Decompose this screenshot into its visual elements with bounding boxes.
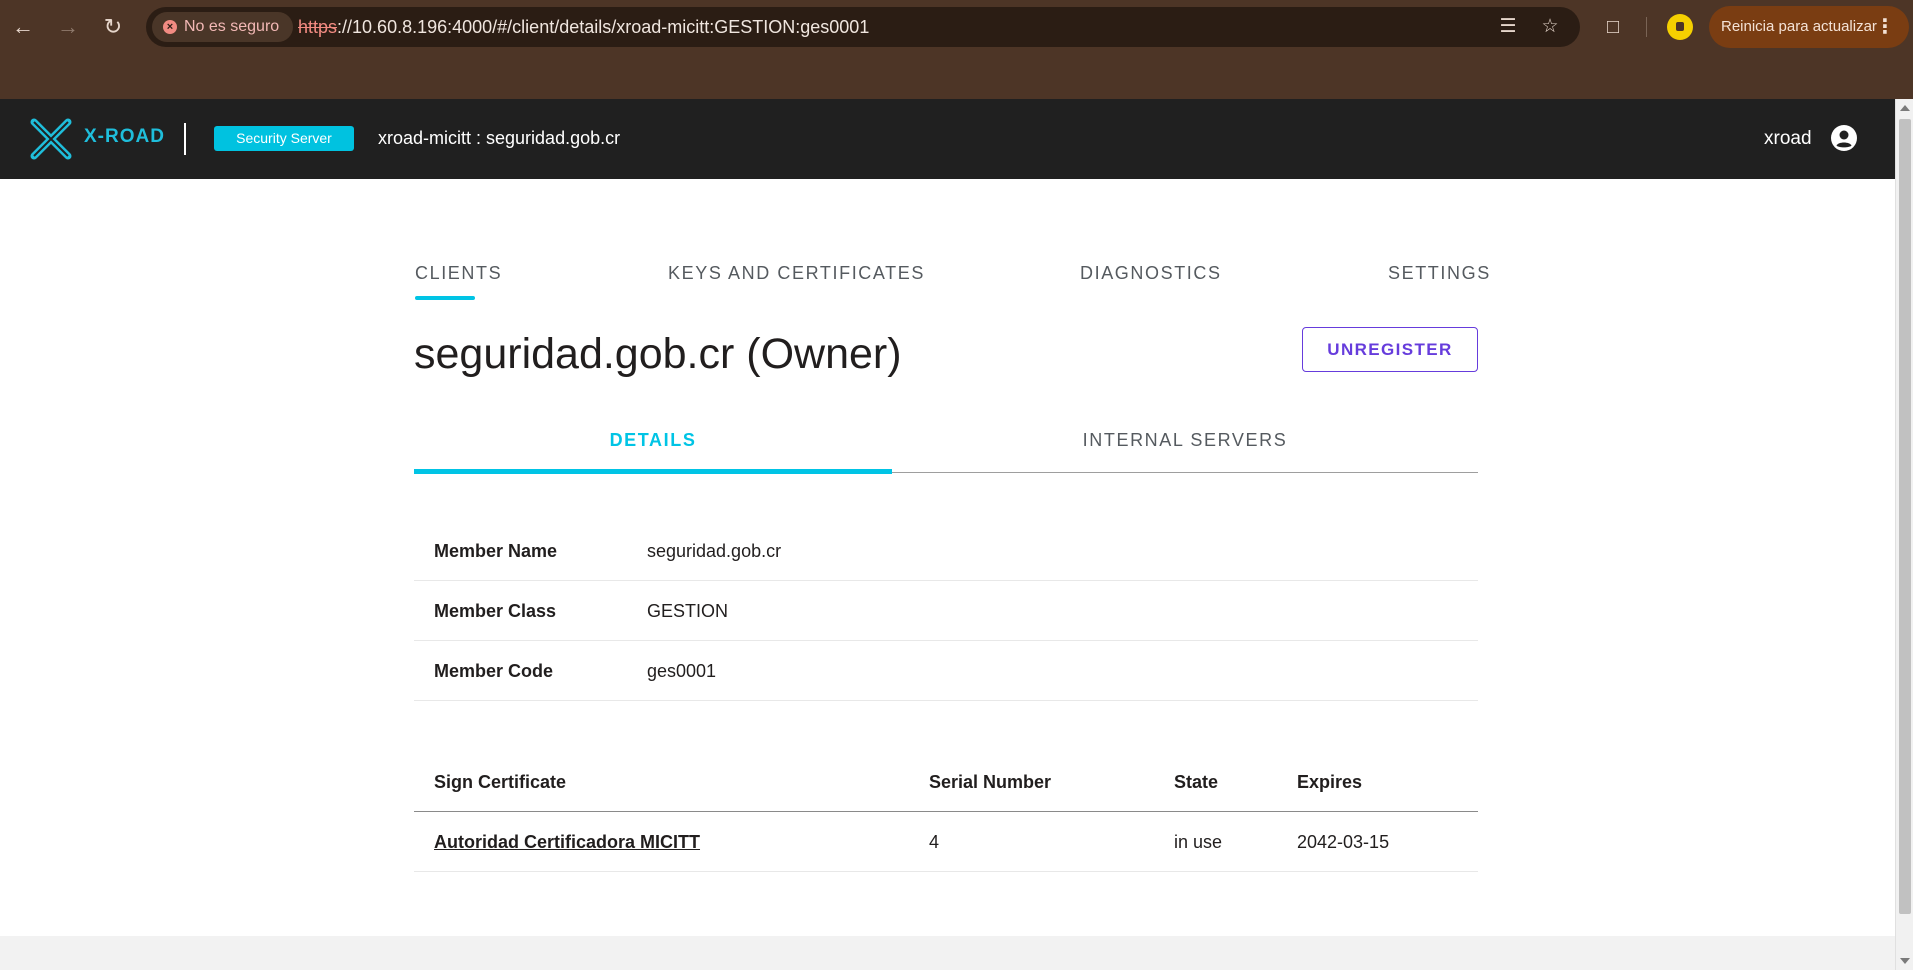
table-row: Member Name seguridad.gob.cr bbox=[414, 521, 1478, 581]
vertical-scrollbar[interactable] bbox=[1895, 99, 1913, 970]
member-class-label: Member Class bbox=[434, 601, 557, 621]
browser-chrome: ← → ↻ × No es seguro https://10.60.8.196… bbox=[0, 0, 1913, 99]
active-tab-indicator bbox=[415, 296, 475, 300]
sign-certificates-table: Sign Certificate Serial Number State Exp… bbox=[414, 752, 1478, 872]
reload-icon[interactable]: ↻ bbox=[98, 12, 128, 42]
column-header-expires: Expires bbox=[1297, 772, 1363, 792]
security-server-badge: Security Server bbox=[214, 126, 354, 151]
table-row: Member Class GESTION bbox=[414, 581, 1478, 641]
security-label: No es seguro bbox=[184, 18, 280, 35]
member-code-label: Member Code bbox=[434, 661, 554, 681]
tab-clients[interactable]: CLIENTS bbox=[415, 261, 502, 285]
scrollbar-thumb[interactable] bbox=[1899, 119, 1911, 914]
tab-settings[interactable]: SETTINGS bbox=[1388, 261, 1491, 285]
member-name-value: seguridad.gob.cr bbox=[647, 541, 782, 561]
unregister-button[interactable]: UNREGISTER bbox=[1302, 327, 1478, 372]
column-header-sign-certificate: Sign Certificate bbox=[434, 772, 567, 792]
url-text[interactable]: https://10.60.8.196:4000/#/client/detail… bbox=[298, 7, 869, 47]
address-bar[interactable]: × No es seguro https://10.60.8.196:4000/… bbox=[146, 7, 1580, 47]
table-row: Autoridad Certificadora MICITT 4 in use … bbox=[414, 812, 1478, 872]
member-class-value: GESTION bbox=[647, 601, 729, 621]
tab-details[interactable]: DETAILS bbox=[414, 427, 892, 473]
app-header: X-ROAD Security Server xroad-micitt : se… bbox=[0, 99, 1895, 179]
client-sub-tabs: DETAILS INTERNAL SERVERS bbox=[414, 427, 1478, 474]
forward-icon[interactable]: → bbox=[53, 12, 83, 42]
member-name-label: Member Name bbox=[434, 541, 558, 561]
update-button[interactable]: Reinicia para actualizar ⋮ bbox=[1709, 6, 1909, 48]
tab-internal-servers[interactable]: INTERNAL SERVERS bbox=[892, 427, 1478, 473]
url-scheme: https bbox=[298, 17, 338, 37]
table-row: Member Code ges0001 bbox=[414, 641, 1478, 701]
tab-keys-and-certificates[interactable]: KEYS AND CERTIFICATES bbox=[668, 261, 925, 285]
tab-diagnostics[interactable]: DIAGNOSTICS bbox=[1080, 261, 1222, 285]
certificate-expires: 2042-03-15 bbox=[1297, 832, 1390, 852]
account-circle-icon[interactable] bbox=[1830, 124, 1858, 152]
header-divider bbox=[184, 123, 186, 155]
kebab-icon[interactable]: ⋮ bbox=[1875, 6, 1895, 48]
toolbar-separator bbox=[1646, 17, 1647, 37]
translate-icon[interactable]: ☰ bbox=[1496, 15, 1520, 39]
certificate-serial: 4 bbox=[929, 832, 940, 852]
server-identifier: xroad-micitt : seguridad.gob.cr bbox=[378, 128, 621, 148]
browser-toolbar: ← → ↻ × No es seguro https://10.60.8.196… bbox=[0, 0, 1913, 54]
column-header-serial-number: Serial Number bbox=[929, 772, 1052, 792]
logo-text: X-ROAD bbox=[84, 126, 165, 147]
back-icon[interactable]: ← bbox=[8, 12, 38, 42]
certificate-link[interactable]: Autoridad Certificadora MICITT bbox=[434, 812, 700, 872]
xroad-logo-icon bbox=[30, 118, 72, 160]
user-name[interactable]: xroad bbox=[1764, 126, 1812, 151]
star-icon[interactable]: ☆ bbox=[1538, 15, 1562, 39]
scroll-up-icon[interactable] bbox=[1900, 105, 1910, 111]
main-content: CLIENTS KEYS AND CERTIFICATES DIAGNOSTIC… bbox=[0, 179, 1895, 936]
member-code-value: ges0001 bbox=[647, 661, 717, 681]
certificate-state: in use bbox=[1174, 832, 1223, 852]
profile-icon[interactable] bbox=[1667, 14, 1693, 40]
page-footer-area bbox=[0, 936, 1895, 970]
url-rest: ://10.60.8.196:4000/#/client/details/xro… bbox=[337, 17, 870, 37]
table-header-row: Sign Certificate Serial Number State Exp… bbox=[414, 752, 1478, 812]
member-details-table: Member Name seguridad.gob.cr Member Clas… bbox=[414, 521, 1478, 701]
column-header-state: State bbox=[1174, 772, 1219, 792]
extensions-icon[interactable]: □ bbox=[1598, 12, 1628, 42]
page-title: seguridad.gob.cr (Owner) bbox=[414, 330, 902, 378]
active-sub-tab-indicator bbox=[414, 469, 892, 474]
scroll-down-icon[interactable] bbox=[1900, 958, 1910, 964]
not-secure-icon: × bbox=[163, 20, 177, 34]
update-label: Reinicia para actualizar bbox=[1721, 18, 1877, 35]
security-chip[interactable]: × No es seguro bbox=[152, 12, 294, 42]
